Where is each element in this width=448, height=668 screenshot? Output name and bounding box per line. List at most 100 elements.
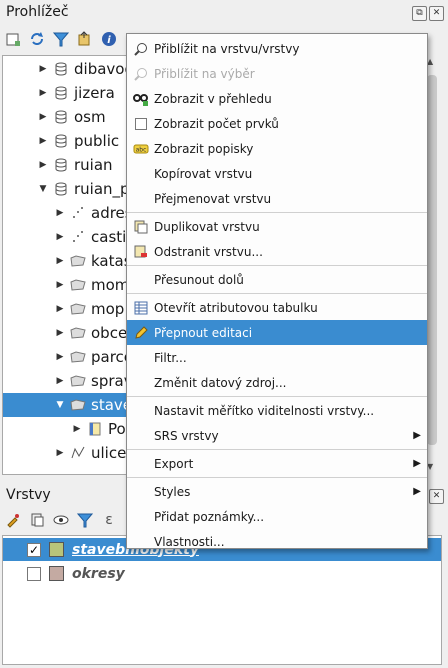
expand-arrow-icon[interactable]: ▶ [55, 304, 65, 314]
menu-item-label: Odstranit vrstvu... [154, 244, 263, 259]
layers-panel-title: Vrstvy [6, 487, 51, 503]
fields-icon [86, 421, 104, 437]
layers-list[interactable]: ✓ stavebniobjekty okresy [2, 535, 442, 665]
scrollbar-thumb[interactable] [427, 75, 437, 445]
menu-item[interactable]: Odstranit vrstvu... [127, 239, 427, 264]
menu-item[interactable]: Přiblížit na vrstvu/vrstvy [127, 36, 427, 61]
menu-item[interactable]: Přesunout dolů [127, 267, 427, 292]
collapse-arrow-icon[interactable]: ▼ [38, 184, 48, 194]
menu-item[interactable]: Přejmenovat vrstvu [127, 186, 427, 211]
style-brush-icon[interactable] [4, 511, 22, 529]
menu-item[interactable]: Přepnout editaci [127, 320, 427, 345]
tree-item-label: dibavod [74, 60, 134, 78]
tree-item-label: jizera [74, 84, 115, 102]
tree-item-label: osm [74, 108, 106, 126]
poly-icon [69, 301, 87, 317]
layer-visibility-checkbox[interactable] [27, 566, 41, 581]
expand-arrow-icon[interactable]: ▶ [55, 256, 65, 266]
db-icon [52, 109, 70, 125]
menu-icon-slot [133, 509, 149, 525]
expand-arrow-icon[interactable]: ▶ [38, 64, 48, 74]
filter-icon[interactable] [52, 30, 70, 48]
submenu-arrow-icon: ▶ [413, 430, 421, 441]
expand-arrow-icon[interactable]: ▶ [38, 88, 48, 98]
expand-arrow-icon[interactable]: ▶ [55, 448, 65, 458]
layers-close-button[interactable]: ✕ [429, 489, 444, 504]
menu-item-label: SRS vrstvy [154, 428, 219, 443]
db-icon [52, 157, 70, 173]
menu-icon-slot [133, 272, 149, 288]
point-icon [69, 205, 87, 221]
menu-separator [127, 293, 427, 294]
layer-symbol-swatch [49, 566, 64, 581]
menu-icon-slot [133, 534, 149, 550]
poly-icon [69, 373, 87, 389]
menu-item-label: Kopírovat vrstvu [154, 166, 253, 181]
layer-visibility-checkbox[interactable]: ✓ [27, 542, 41, 557]
menu-item-label: Přidat poznámky... [154, 509, 265, 524]
add-layer-icon[interactable] [4, 30, 22, 48]
layer-name: okresy [72, 565, 125, 582]
expand-arrow-icon[interactable]: ▶ [55, 232, 65, 242]
menu-item-label: Otevřít atributovou tabulku [154, 300, 318, 315]
svg-text:i: i [107, 35, 111, 46]
menu-item[interactable]: Kopírovat vrstvu [127, 161, 427, 186]
menu-item[interactable]: Nastavit měřítko viditelnosti vrstvy... [127, 398, 427, 423]
menu-item-label: Přiblížit na výběr [154, 66, 255, 81]
poly-icon [69, 349, 87, 365]
float-panel-button[interactable]: ⧉ [412, 6, 427, 21]
menu-item[interactable]: Export ▶ [127, 451, 427, 476]
refresh-icon[interactable] [28, 30, 46, 48]
pencil-icon [133, 325, 149, 341]
expand-arrow-icon[interactable]: ▶ [38, 136, 48, 146]
menu-item[interactable]: SRS vrstvy ▶ [127, 423, 427, 448]
menu-item[interactable]: Zobrazit v přehledu [127, 86, 427, 111]
close-panel-button[interactable]: ✕ [429, 6, 444, 21]
point-icon [69, 229, 87, 245]
menu-item-label: Přesunout dolů [154, 272, 244, 287]
expand-arrow-icon[interactable]: ▶ [55, 280, 65, 290]
visibility-eye-icon[interactable] [52, 511, 70, 529]
menu-icon-slot [133, 191, 149, 207]
menu-item-label: Přiblížit na vrstvu/vrstvy [154, 41, 300, 56]
menu-item[interactable]: Přidat poznámky... [127, 504, 427, 529]
menu-separator [127, 449, 427, 450]
menu-icon-slot [133, 166, 149, 182]
menu-item[interactable]: Změnit datový zdroj... [127, 370, 427, 395]
expand-arrow-icon[interactable]: ▶ [55, 376, 65, 386]
menu-icon-slot [133, 350, 149, 366]
expand-arrow-icon[interactable]: ▶ [55, 208, 65, 218]
menu-item[interactable]: Zobrazit počet prvků [127, 111, 427, 136]
menu-item[interactable]: Filtr... [127, 345, 427, 370]
menu-item[interactable]: Vlastnosti... [127, 529, 427, 554]
menu-item[interactable]: abc Zobrazit popisky [127, 136, 427, 161]
collapse-all-icon[interactable] [76, 30, 94, 48]
add-group-icon[interactable] [28, 511, 46, 529]
menu-item[interactable]: Duplikovat vrstvu [127, 214, 427, 239]
expand-arrow-icon[interactable]: ▶ [38, 160, 48, 170]
remove-layer-icon [133, 244, 149, 260]
browser-panel-buttons: ⧉ ✕ [412, 6, 444, 21]
poly-icon [69, 277, 87, 293]
menu-item[interactable]: Přiblížit na výběr [127, 61, 427, 86]
menu-separator [127, 477, 427, 478]
overview-icon [133, 91, 149, 107]
menu-item[interactable]: Styles ▶ [127, 479, 427, 504]
menu-item-label: Duplikovat vrstvu [154, 219, 260, 234]
expand-arrow-icon[interactable]: ▶ [55, 352, 65, 362]
browser-toolbar: i [4, 30, 118, 48]
layers-filter-icon[interactable] [76, 511, 94, 529]
menu-icon-slot [133, 403, 149, 419]
tree-item-label: mop [91, 300, 125, 318]
expression-filter-icon[interactable]: ε [100, 511, 118, 529]
expand-arrow-icon[interactable]: ▶ [38, 112, 48, 122]
expand-arrow-icon[interactable]: ▶ [55, 328, 65, 338]
menu-icon-slot [133, 375, 149, 391]
collapse-arrow-icon[interactable]: ▼ [55, 400, 65, 410]
checkbox-icon [133, 116, 149, 132]
menu-item[interactable]: Otevřít atributovou tabulku [127, 295, 427, 320]
expand-arrow-icon[interactable]: ▶ [72, 424, 82, 434]
layer-item[interactable]: okresy [3, 562, 441, 585]
info-icon[interactable]: i [100, 30, 118, 48]
menu-icon-slot [133, 484, 149, 500]
